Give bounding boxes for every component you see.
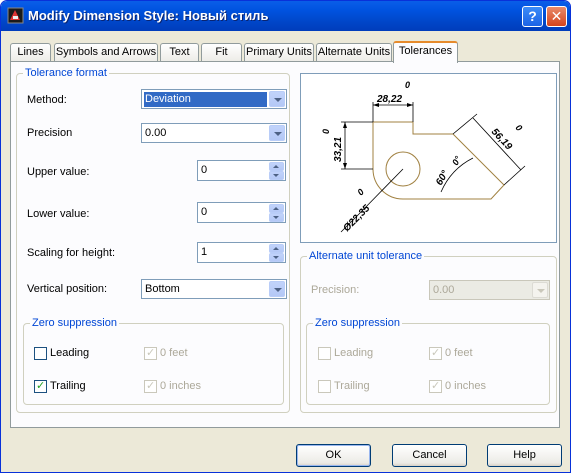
upper-value-input[interactable]: 0 (201, 164, 207, 176)
dim-top-tol-text: 0 (405, 80, 410, 90)
upper-value-stepper[interactable]: 0 (197, 160, 286, 181)
alt-leading-checkbox[interactable] (318, 347, 331, 360)
alt-trailing-label: Trailing (334, 380, 370, 392)
zero-suppression-legend: Zero suppression (30, 317, 119, 329)
dim-diameter-text: Ø22,35 (341, 203, 372, 234)
precision-select[interactable]: 0.00 (141, 123, 287, 143)
leading-label[interactable]: Leading (50, 347, 89, 359)
chevron-down-icon[interactable] (532, 282, 548, 298)
tab-lines[interactable]: Lines (10, 43, 51, 62)
alt-inches-label: 0 inches (445, 380, 486, 392)
alt-trailing-checkbox[interactable] (318, 380, 331, 393)
app-icon (7, 7, 24, 24)
chevron-down-icon[interactable] (269, 91, 285, 107)
trailing-label[interactable]: Trailing (50, 380, 86, 392)
chevron-down-icon[interactable] (269, 125, 285, 141)
feet-checkbox[interactable]: ✓ (144, 347, 157, 360)
checkmark-icon: ✓ (36, 380, 46, 392)
dimension-preview-drawing: 28,22 0 33,21 0 56,19 0 Ø22,35 0 60° 0° (321, 80, 526, 234)
checkmark-icon: ✓ (146, 347, 156, 359)
tab-primary-units[interactable]: Primary Units (244, 43, 314, 62)
tab-fit[interactable]: Fit (201, 43, 242, 62)
lower-value-label: Lower value: (27, 208, 90, 220)
feet-label: 0 feet (160, 347, 188, 359)
scaling-input[interactable]: 1 (201, 246, 207, 258)
precision-label: Precision (27, 127, 73, 139)
lower-value-stepper[interactable]: 0 (197, 202, 286, 223)
method-label: Method: (27, 94, 67, 106)
checkmark-icon: ✓ (431, 380, 441, 392)
title-bar[interactable]: Modify Dimension Style: Новый стиль ? ✕ (1, 1, 570, 31)
part-outline (372, 121, 505, 200)
alt-feet-checkbox[interactable]: ✓ (429, 347, 442, 360)
scaling-label: Scaling for height: (27, 247, 116, 259)
spin-up-icon[interactable] (269, 204, 284, 213)
vertical-position-select[interactable]: Bottom (141, 279, 287, 299)
help-title-button[interactable]: ? (522, 6, 543, 27)
spin-up-icon[interactable] (269, 162, 284, 171)
method-select[interactable]: Deviation (141, 89, 287, 109)
spin-down-icon[interactable] (269, 253, 284, 262)
cancel-button[interactable]: Cancel (392, 444, 467, 467)
vertical-position-label: Vertical position: (27, 283, 108, 295)
precision-value: 0.00 (145, 127, 167, 139)
alt-precision-select[interactable]: 0.00 (429, 280, 550, 300)
spin-down-icon[interactable] (269, 171, 284, 180)
dim-left-tol-text: 0 (321, 129, 331, 134)
alt-zero-suppression-legend: Zero suppression (313, 317, 402, 329)
chevron-down-icon[interactable] (269, 281, 285, 297)
dialog-window: Modify Dimension Style: Новый стиль ? ✕ … (0, 0, 571, 473)
vertical-position-value: Bottom (145, 283, 180, 295)
tolerance-format-legend: Tolerance format (23, 67, 109, 79)
window-title: Modify Dimension Style: Новый стиль (28, 8, 269, 23)
dim-right-tol-text: 0 (514, 123, 525, 133)
dim-left-text: 33,21 (333, 137, 344, 162)
lower-value-input[interactable]: 0 (201, 206, 207, 218)
tab-text[interactable]: Text (160, 43, 199, 62)
upper-value-label: Upper value: (27, 166, 90, 178)
tab-alternate-units[interactable]: Alternate Units (316, 43, 392, 62)
dim-top-text: 28,22 (376, 94, 402, 105)
tab-symbols-and-arrows[interactable]: Symbols and Arrows (54, 43, 158, 62)
close-button[interactable]: ✕ (546, 6, 567, 27)
alt-feet-label: 0 feet (445, 347, 473, 359)
dim-angle-text: 60° (434, 168, 452, 187)
alt-precision-value: 0.00 (433, 284, 455, 296)
spin-down-icon[interactable] (269, 213, 284, 222)
checkmark-icon: ✓ (431, 347, 441, 359)
preview-pane: 28,22 0 33,21 0 56,19 0 Ø22,35 0 60° 0° (300, 73, 557, 243)
alt-leading-label: Leading (334, 347, 374, 359)
method-value: Deviation (144, 92, 267, 107)
alternate-unit-tolerance-legend: Alternate unit tolerance (307, 250, 425, 262)
alt-inches-checkbox[interactable]: ✓ (429, 380, 442, 393)
alt-zero-suppression-group: Zero suppression (306, 317, 550, 405)
dim-diameter-tol-text: 0 (355, 187, 366, 198)
checkmark-icon: ✓ (146, 380, 156, 392)
help-button[interactable]: Help (487, 444, 562, 467)
tab-tolerances[interactable]: Tolerances (393, 41, 458, 63)
inches-checkbox[interactable]: ✓ (144, 380, 157, 393)
inches-label: 0 inches (160, 380, 201, 392)
alt-precision-label: Precision: (311, 284, 360, 296)
scaling-stepper[interactable]: 1 (197, 242, 286, 263)
spin-up-icon[interactable] (269, 244, 284, 253)
trailing-checkbox[interactable]: ✓ (34, 380, 47, 393)
leading-checkbox[interactable] (34, 347, 47, 360)
ok-button[interactable]: OK (296, 444, 371, 467)
